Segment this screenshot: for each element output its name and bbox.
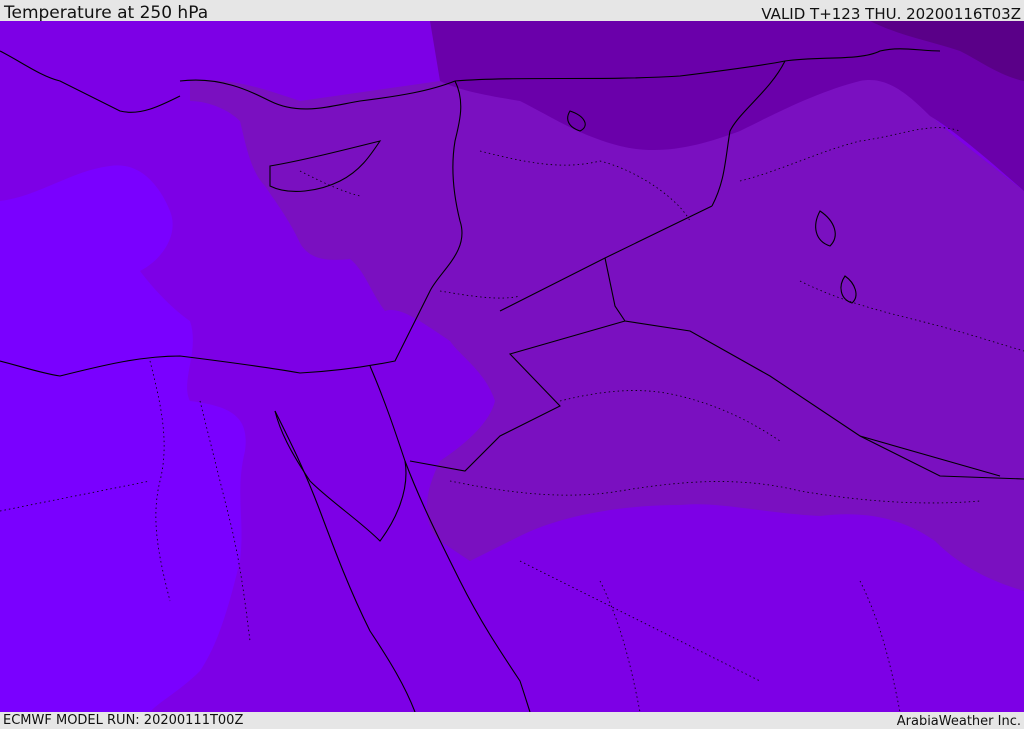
credit-label: ArabiaWeather Inc.	[896, 714, 1021, 729]
temperature-field-map	[0, 21, 1024, 712]
valid-time: VALID T+123 THU. 20200116T03Z	[761, 5, 1021, 23]
header-bar: Temperature at 250 hPa VALID T+123 THU. …	[0, 0, 1024, 23]
weather-map[interactable]	[0, 21, 1024, 712]
map-title: Temperature at 250 hPa	[4, 3, 209, 23]
model-run-label: ECMWF MODEL RUN: 20200111T00Z	[3, 713, 244, 728]
footer-bar: ECMWF MODEL RUN: 20200111T00Z ArabiaWeat…	[0, 712, 1024, 729]
